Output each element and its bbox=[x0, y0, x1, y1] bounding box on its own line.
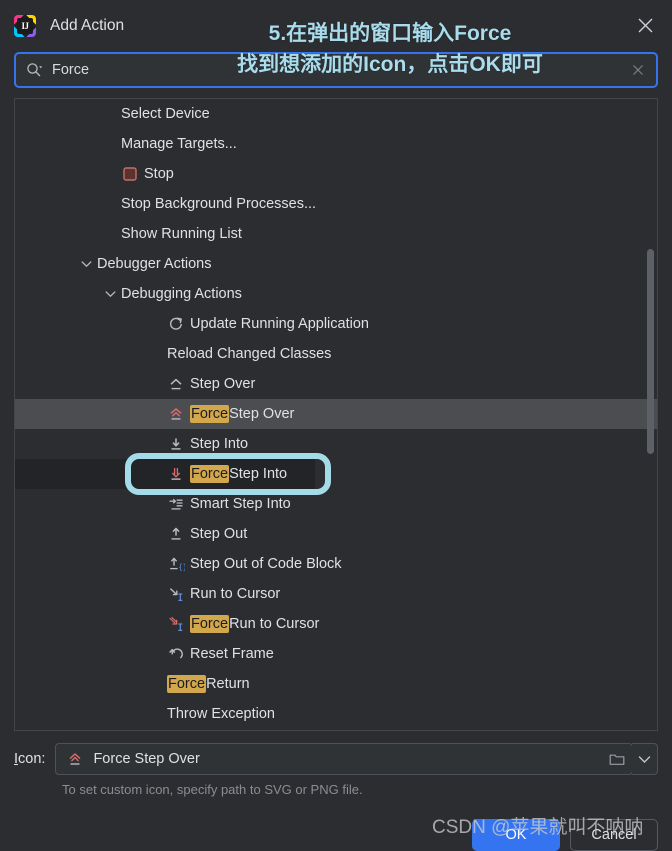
list-item-label: Step Over bbox=[190, 376, 256, 392]
step-into-icon bbox=[167, 435, 185, 453]
list-item-label: Step Into bbox=[190, 436, 249, 452]
dialog-footer: Icon: Force Step Over To set custom icon… bbox=[0, 731, 672, 851]
list-item[interactable]: Throw Exception bbox=[15, 699, 657, 729]
list-item[interactable]: Show Running List bbox=[15, 219, 657, 249]
search-match-highlight: Force bbox=[190, 465, 230, 483]
ok-button[interactable]: OK bbox=[472, 819, 560, 851]
force-step-into-icon bbox=[167, 465, 185, 483]
search-field[interactable]: Force bbox=[14, 52, 658, 88]
list-item[interactable]: Step Into bbox=[15, 429, 657, 459]
list-item[interactable]: Force Step Over bbox=[15, 399, 657, 429]
list-item-label: Run to Cursor bbox=[229, 616, 320, 632]
list-item-label: Reload Changed Classes bbox=[167, 346, 332, 362]
list-item[interactable]: Reset Frame bbox=[15, 639, 657, 669]
list-item-label: Return bbox=[206, 676, 250, 692]
list-item[interactable]: Select Device bbox=[15, 99, 657, 129]
list-item[interactable]: Force Return bbox=[15, 669, 657, 699]
action-list-panel: Select Device Manage Targets... Stop Stop B… bbox=[14, 98, 658, 731]
list-item[interactable]: Reload Changed Classes bbox=[15, 339, 657, 369]
search-match-highlight: Force bbox=[190, 405, 230, 423]
clear-search-icon[interactable] bbox=[628, 60, 648, 80]
list-item-label: Update Running Application bbox=[190, 316, 369, 332]
icon-field-row: Icon: Force Step Over bbox=[14, 743, 658, 775]
list-item-label: Stop Background Processes... bbox=[121, 196, 317, 212]
search-match-highlight: Force bbox=[167, 675, 207, 693]
icon-combo-field[interactable]: Force Step Over bbox=[55, 743, 633, 775]
list-item-label: Run to Cursor bbox=[190, 586, 281, 602]
list-item[interactable]: Update Running Application bbox=[15, 309, 657, 339]
list-item[interactable]: Force Run to Cursor bbox=[15, 609, 657, 639]
refresh-icon bbox=[167, 315, 185, 333]
list-item-label: Throw Exception bbox=[167, 706, 275, 722]
search-match-highlight: Force bbox=[190, 615, 230, 633]
list-item[interactable]: Manage Targets... bbox=[15, 129, 657, 159]
svg-text:{}: {} bbox=[178, 562, 185, 571]
action-list[interactable]: Select Device Manage Targets... Stop Stop B… bbox=[15, 99, 657, 730]
list-item-label: Reset Frame bbox=[190, 646, 274, 662]
list-item[interactable]: Smart Step Into bbox=[15, 489, 657, 519]
list-item-label: Step Over bbox=[229, 406, 295, 422]
step-over-icon bbox=[167, 375, 185, 393]
list-item-label: Manage Targets... bbox=[121, 136, 237, 152]
icon-field-label: Icon: bbox=[14, 751, 46, 767]
step-out-icon bbox=[167, 525, 185, 543]
logo-text: IJ bbox=[17, 18, 33, 34]
icon-field-hint: To set custom icon, specify path to SVG … bbox=[62, 782, 363, 797]
dialog-titlebar: IJ Add Action bbox=[0, 0, 672, 52]
list-item-label: Step Out of Code Block bbox=[190, 556, 342, 572]
search-icon[interactable] bbox=[26, 62, 43, 78]
list-item-label: Debugger Actions bbox=[97, 256, 212, 272]
chevron-down-icon[interactable] bbox=[103, 290, 117, 298]
list-item[interactable]: Debugger Actions bbox=[15, 249, 657, 279]
list-scrollbar[interactable] bbox=[647, 249, 654, 454]
run-to-cursor-icon bbox=[167, 585, 185, 603]
icon-combo-dropdown-icon[interactable] bbox=[632, 743, 658, 775]
search-input[interactable]: Force bbox=[52, 62, 628, 78]
icon-combo-value: Force Step Over bbox=[93, 751, 200, 767]
list-item-label: Step Out bbox=[190, 526, 248, 542]
list-item-label: Select Device bbox=[121, 106, 210, 122]
list-item[interactable]: Step Out bbox=[15, 519, 657, 549]
list-item[interactable]: Stop Background Processes... bbox=[15, 189, 657, 219]
list-item[interactable]: {} Step Out of Code Block bbox=[15, 549, 657, 579]
force-run-to-cursor-icon bbox=[167, 615, 185, 633]
list-item-label: Stop bbox=[144, 166, 174, 182]
chevron-down-icon[interactable] bbox=[79, 260, 93, 268]
intellij-idea-logo-icon: IJ bbox=[14, 15, 36, 37]
list-item-label: Smart Step Into bbox=[190, 496, 291, 512]
list-item[interactable]: Debugging Actions bbox=[15, 279, 657, 309]
force-step-over-icon bbox=[167, 405, 185, 423]
list-item[interactable]: Force Step Into bbox=[15, 459, 315, 489]
smart-step-into-icon bbox=[167, 495, 185, 513]
search-area: Force bbox=[0, 52, 672, 88]
close-icon[interactable] bbox=[630, 10, 660, 40]
list-item[interactable]: Run to Cursor bbox=[15, 579, 657, 609]
reset-frame-icon bbox=[167, 645, 185, 663]
add-action-dialog: IJ Add Action 5.在弹出的窗口输入Force 找到想添加的Icon… bbox=[0, 0, 672, 851]
list-item-label: Show Running List bbox=[121, 226, 242, 242]
list-item-label: Step Into bbox=[229, 466, 288, 482]
stop-icon bbox=[121, 165, 139, 183]
cancel-button[interactable]: Cancel bbox=[570, 819, 658, 851]
step-out-code-block-icon: {} bbox=[167, 555, 185, 573]
list-item-label: Debugging Actions bbox=[121, 286, 242, 302]
dialog-buttons: OK Cancel bbox=[14, 819, 658, 851]
page-title: Add Action bbox=[50, 17, 125, 34]
force-step-over-icon bbox=[66, 750, 84, 768]
folder-icon[interactable] bbox=[602, 752, 632, 767]
list-item[interactable]: Step Over bbox=[15, 369, 657, 399]
list-item[interactable]: Stop bbox=[15, 159, 657, 189]
